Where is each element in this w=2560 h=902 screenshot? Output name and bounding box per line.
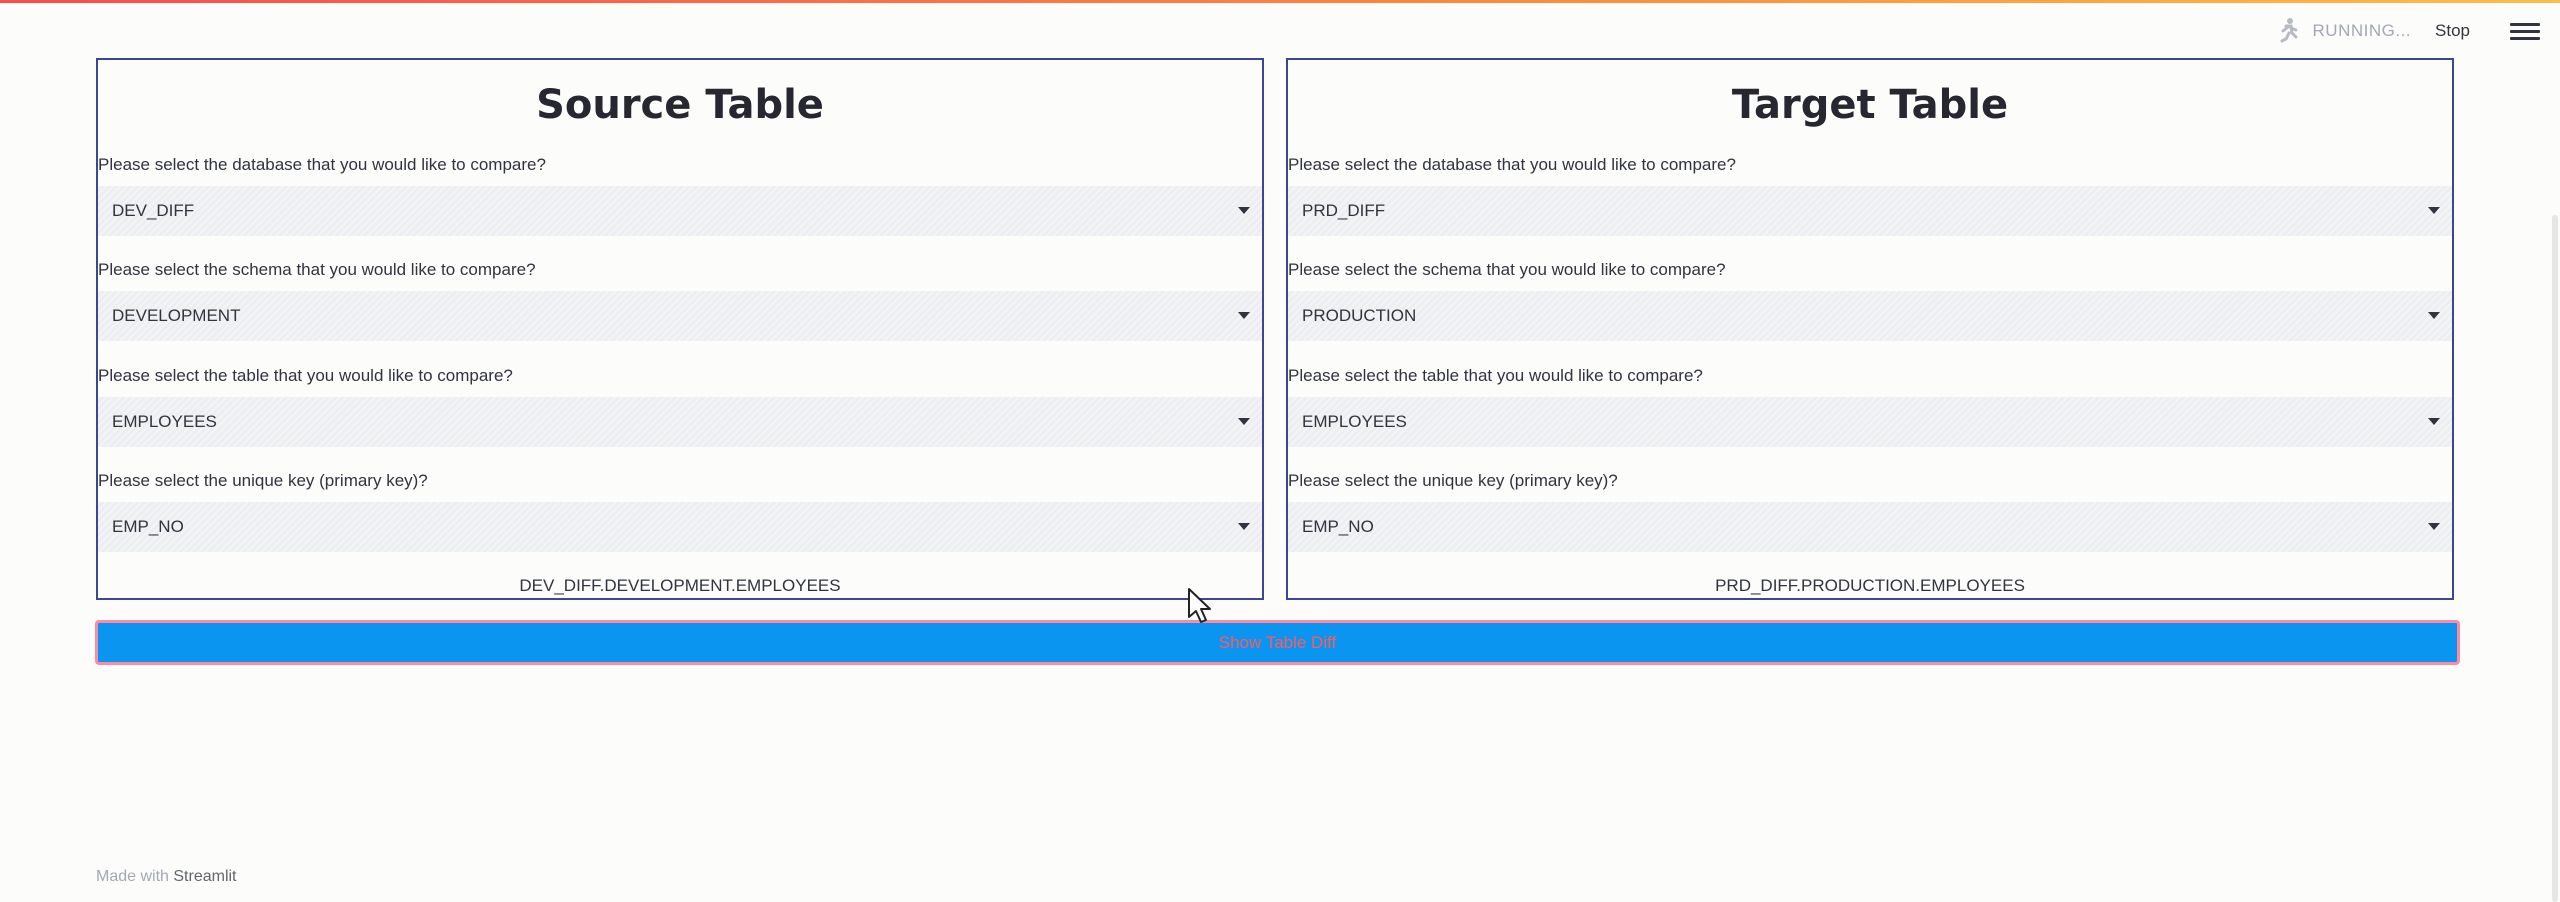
chevron-down-icon — [2428, 207, 2440, 214]
chevron-down-icon — [2428, 312, 2440, 319]
source-table-select[interactable]: EMPLOYEES — [98, 397, 1262, 447]
target-key-value: EMP_NO — [1302, 517, 1374, 536]
hamburger-menu-icon[interactable] — [2510, 16, 2540, 46]
source-key-field: Please select the unique key (primary ke… — [98, 470, 1262, 552]
chevron-down-icon — [2428, 523, 2440, 530]
target-key-field: Please select the unique key (primary ke… — [1288, 470, 2452, 552]
source-database-select[interactable]: DEV_DIFF — [98, 186, 1262, 236]
target-table-label: Please select the table that you would l… — [1288, 366, 1703, 385]
stop-button[interactable]: Stop — [2435, 21, 2470, 41]
show-table-diff-label: Show Table Diff — [1218, 632, 1337, 652]
source-schema-field: Please select the schema that you would … — [98, 259, 1262, 341]
show-table-diff-button[interactable]: Show Table Diff — [95, 620, 2460, 665]
target-table-panel: Target Table Please select the database … — [1286, 58, 2454, 600]
footer-prefix: Made with — [96, 868, 174, 885]
source-table-panel: Source Table Please select the database … — [96, 58, 1264, 600]
target-schema-field: Please select the schema that you would … — [1288, 259, 2452, 341]
source-database-label: Please select the database that you woul… — [98, 155, 546, 174]
source-key-select[interactable]: EMP_NO — [98, 502, 1262, 552]
source-table-path: DEV_DIFF.DEVELOPMENT.EMPLOYEES — [519, 576, 841, 595]
streamlit-link[interactable]: Streamlit — [173, 868, 236, 885]
source-schema-value: DEVELOPMENT — [112, 306, 241, 325]
source-table-field: Please select the table that you would l… — [98, 365, 1262, 447]
target-table-value: EMPLOYEES — [1302, 412, 1407, 431]
page-scrollbar[interactable] — [2552, 215, 2558, 902]
chevron-down-icon — [1238, 523, 1250, 530]
source-schema-select[interactable]: DEVELOPMENT — [98, 291, 1262, 341]
target-schema-select[interactable]: PRODUCTION — [1288, 291, 2452, 341]
source-database-field: Please select the database that you woul… — [98, 154, 1262, 236]
status-bar: RUNNING... Stop — [2271, 14, 2560, 48]
mouse-cursor-icon — [1188, 588, 1211, 623]
source-table-label: Please select the table that you would l… — [98, 366, 513, 385]
chevron-down-icon — [1238, 312, 1250, 319]
footer: Made with Streamlit — [96, 868, 237, 886]
target-key-select[interactable]: EMP_NO — [1288, 502, 2452, 552]
target-table-select[interactable]: EMPLOYEES — [1288, 397, 2452, 447]
source-table-title: Source Table — [536, 82, 824, 128]
target-key-label: Please select the unique key (primary ke… — [1288, 471, 1618, 490]
target-database-select[interactable]: PRD_DIFF — [1288, 186, 2452, 236]
running-status-label: RUNNING... — [2312, 21, 2412, 40]
top-progress-accent — [0, 0, 2560, 3]
target-schema-value: PRODUCTION — [1302, 306, 1417, 325]
source-schema-label: Please select the schema that you would … — [98, 260, 536, 279]
source-key-label: Please select the unique key (primary ke… — [98, 471, 428, 490]
target-schema-label: Please select the schema that you would … — [1288, 260, 1726, 279]
running-man-icon — [2271, 14, 2305, 48]
source-database-value: DEV_DIFF — [112, 201, 195, 220]
target-database-field: Please select the database that you woul… — [1288, 154, 2452, 236]
target-table-field: Please select the table that you would l… — [1288, 365, 2452, 447]
source-key-value: EMP_NO — [112, 517, 184, 536]
target-table-title: Target Table — [1731, 82, 2009, 128]
target-database-label: Please select the database that you woul… — [1288, 155, 1736, 174]
source-table-value: EMPLOYEES — [112, 412, 217, 431]
chevron-down-icon — [1238, 418, 1250, 425]
target-table-path: PRD_DIFF.PRODUCTION.EMPLOYEES — [1715, 576, 2025, 595]
chevron-down-icon — [2428, 418, 2440, 425]
target-database-value: PRD_DIFF — [1302, 201, 1386, 220]
chevron-down-icon — [1238, 207, 1250, 214]
